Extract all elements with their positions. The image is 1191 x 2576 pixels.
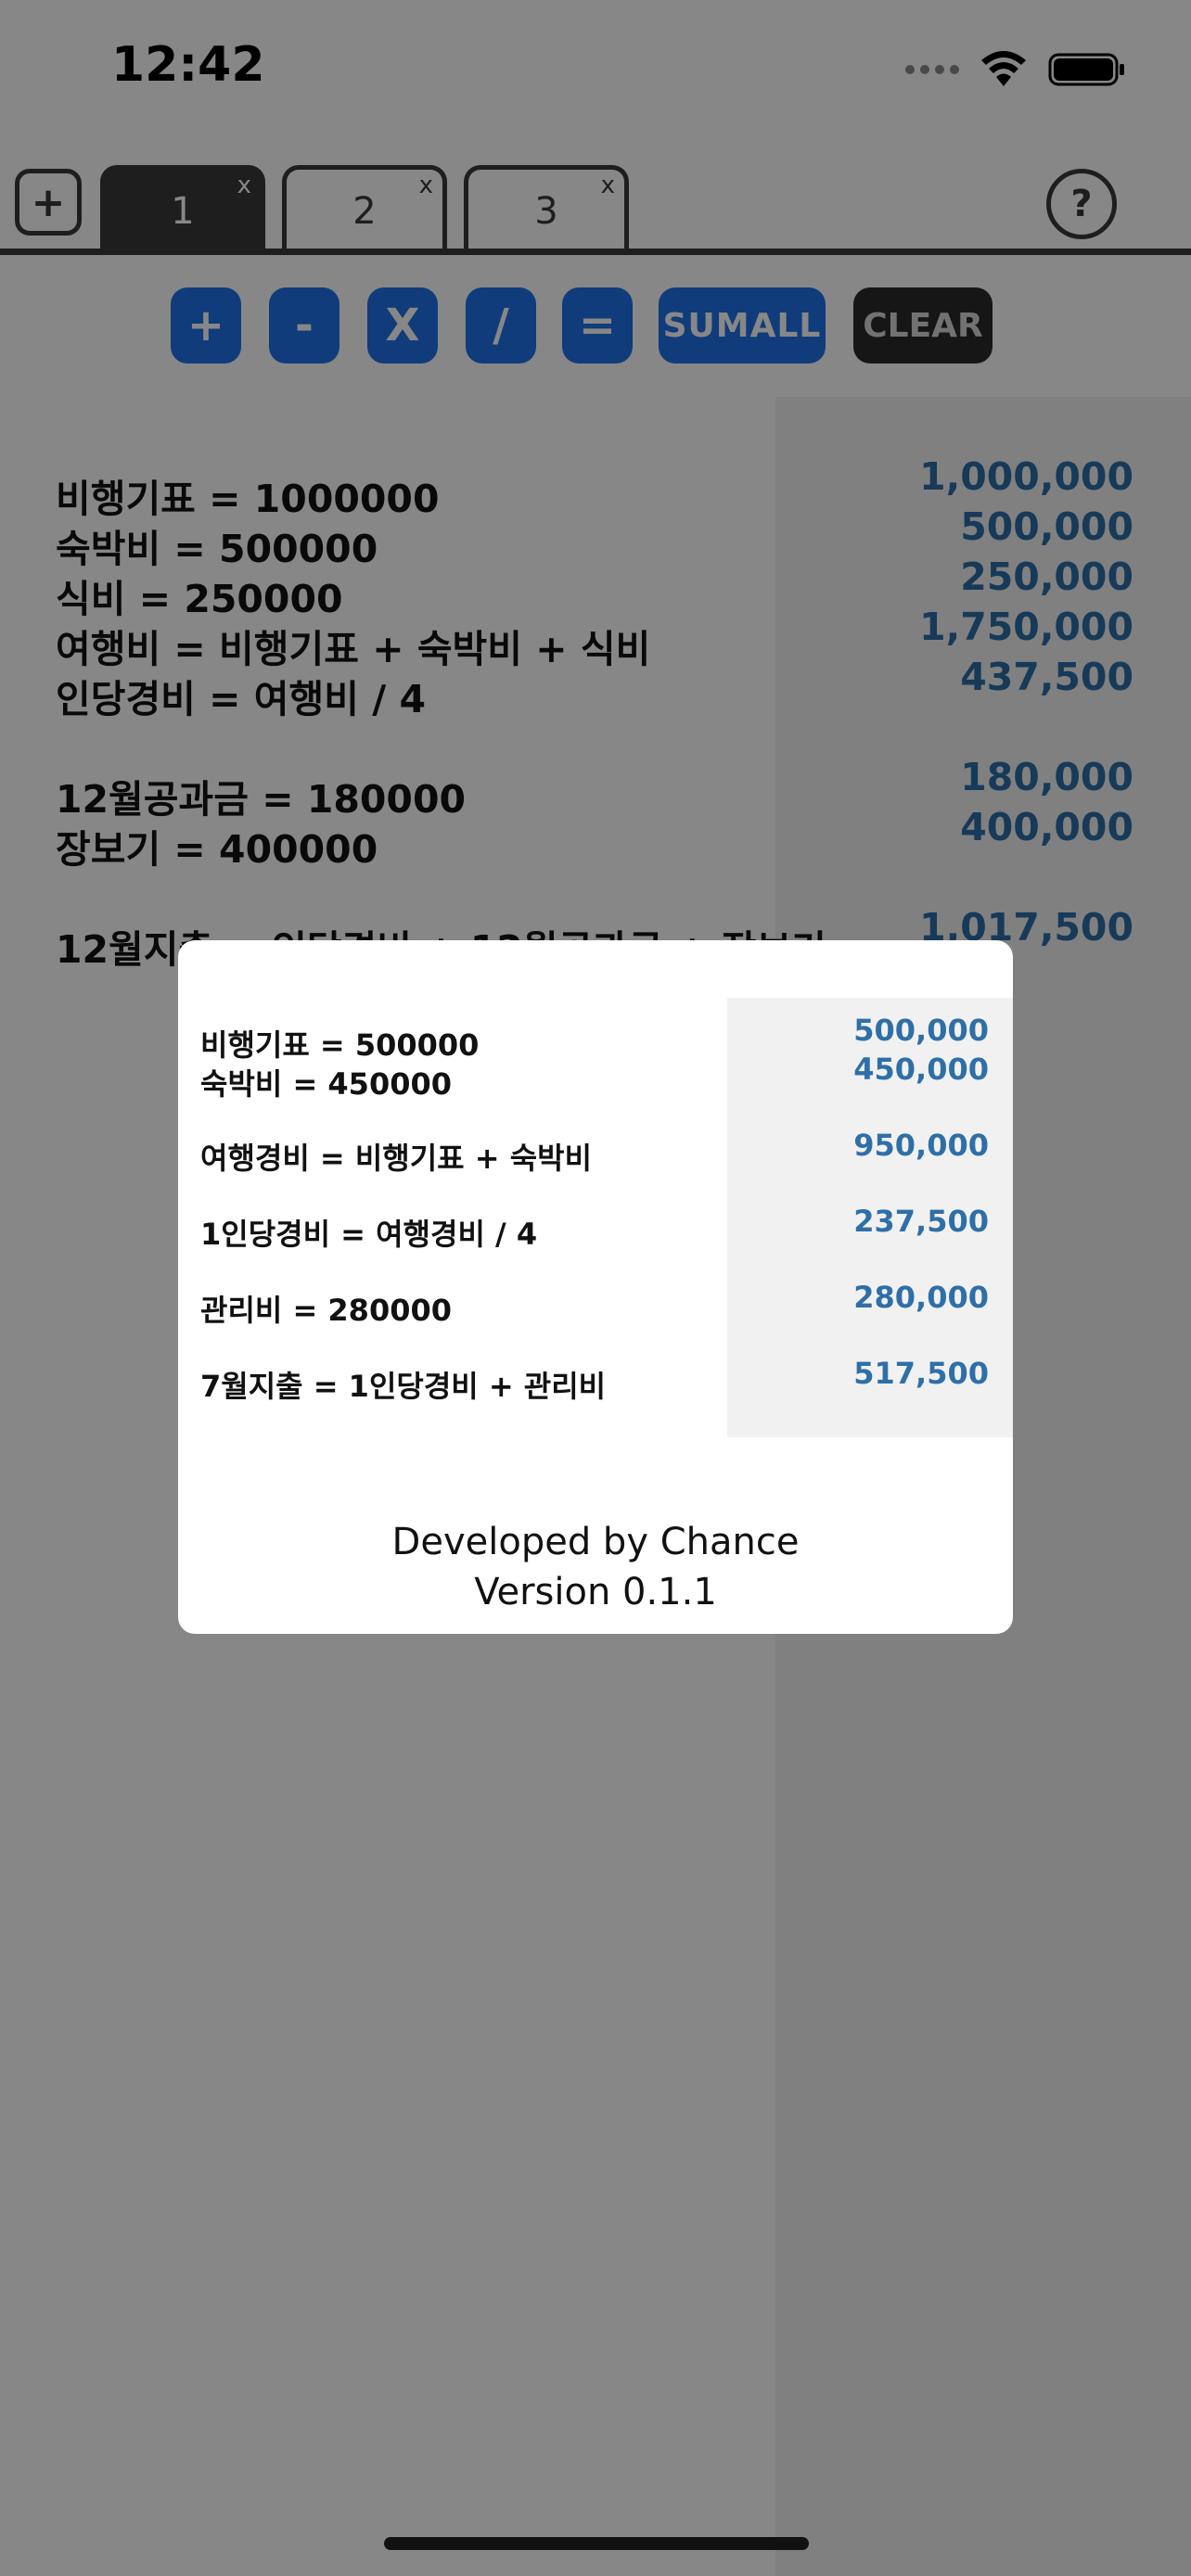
home-indicator[interactable] [384,2537,809,2550]
app-credit: Developed by Chance Version 0.1.1 [178,1517,1013,1617]
example-line: 1인당경비 = 여행경비 / 4 [200,1217,538,1252]
version-text: Version 0.1.1 [474,1571,717,1613]
example-result: 237,500 [853,1204,989,1239]
developer-text: Developed by Chance [391,1521,800,1563]
example-result: 280,000 [853,1280,989,1315]
calculator-screen: 12:42 + 1 x 2 x 3 x ? + - X / = SUMALL C… [0,0,1191,2576]
example-line: 7월지출 = 1인당경비 + 관리비 [200,1369,607,1404]
example-line: 여행경비 = 비행기표 + 숙박비 [200,1141,593,1176]
example-result: 500,000 [853,1013,989,1048]
example-result: 950,000 [853,1128,989,1163]
example-line: 관리비 = 280000 [200,1293,453,1328]
example-line: 숙박비 = 450000 [200,1066,453,1102]
example-line: 비행기표 = 500000 [200,1027,480,1063]
example-result: 450,000 [853,1052,989,1087]
help-modal: 비행기표 = 500000 숙박비 = 450000 여행경비 = 비행기표 +… [178,940,1013,1634]
example-result: 517,500 [853,1356,989,1391]
